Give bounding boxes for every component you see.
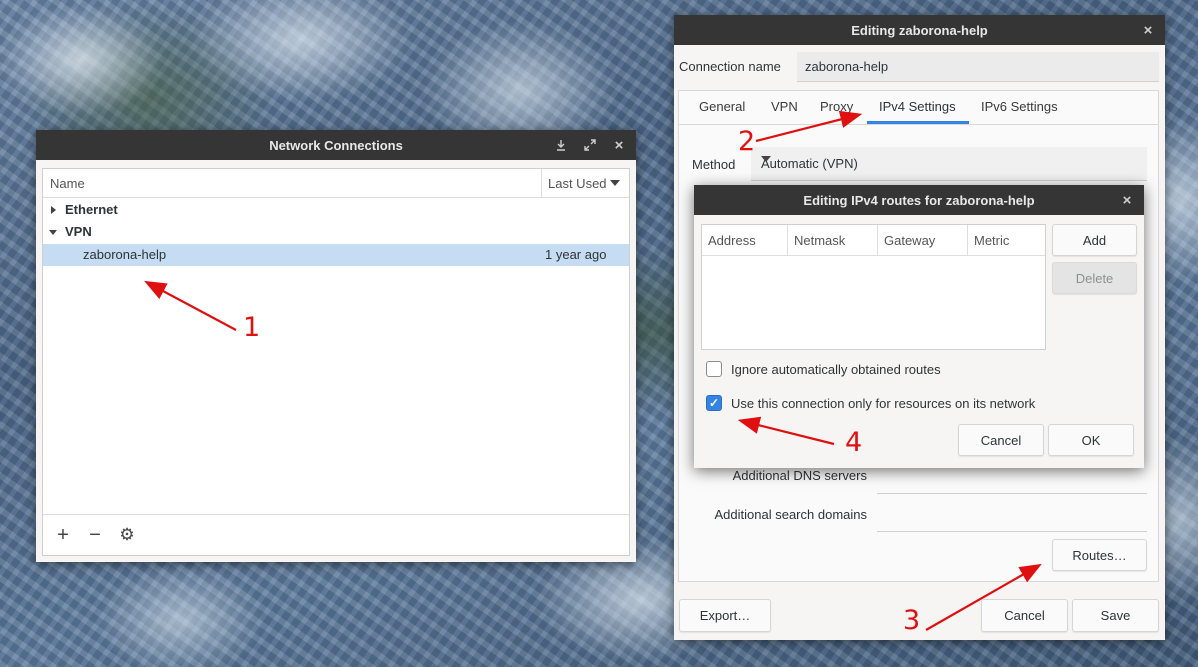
close-icon[interactable]: × xyxy=(606,130,632,160)
cancel-button[interactable]: Cancel xyxy=(958,424,1044,456)
connection-row-zaborona-help[interactable]: zaborona-help 1 year ago xyxy=(43,244,629,266)
tab-ipv6-settings[interactable]: IPv6 Settings xyxy=(981,99,1058,114)
delete-route-button[interactable]: Delete xyxy=(1052,262,1137,294)
routes-button[interactable]: Routes… xyxy=(1052,539,1147,571)
routes-dialog-titlebar[interactable]: Editing IPv4 routes for zaborona-help × xyxy=(694,185,1144,215)
annotation-number-3: 3 xyxy=(903,605,921,636)
only-resources-checkbox[interactable]: ✓ xyxy=(706,395,722,411)
sort-chevron-down-icon[interactable] xyxy=(610,180,620,186)
active-tab-indicator xyxy=(867,121,969,124)
column-separator xyxy=(541,169,542,197)
method-value: Automatic (VPN) xyxy=(761,156,858,171)
annotation-number-4: 4 xyxy=(845,427,863,458)
column-name[interactable]: Name xyxy=(50,176,85,191)
network-connections-titlebar[interactable]: Network Connections × xyxy=(36,130,636,160)
connection-list[interactable]: Name Last Used Ethernet VPN zaborona-hel… xyxy=(42,168,630,556)
additional-search-label: Additional search domains xyxy=(714,507,867,522)
column-netmask[interactable]: Netmask xyxy=(794,233,845,248)
annotation-number-1: 1 xyxy=(243,312,261,343)
close-icon[interactable]: × xyxy=(1135,15,1161,45)
window-title: Editing zaborona-help xyxy=(851,22,988,38)
add-connection-icon[interactable]: + xyxy=(52,524,74,546)
settings-gear-icon[interactable]: ⚙ xyxy=(116,524,138,546)
tab-proxy[interactable]: Proxy xyxy=(820,99,853,114)
method-dropdown[interactable]: Automatic (VPN) xyxy=(751,147,1147,181)
add-route-button[interactable]: Add xyxy=(1052,224,1137,256)
tab-bar: General VPN Proxy IPv4 Settings IPv6 Set… xyxy=(679,91,1158,125)
ok-button[interactable]: OK xyxy=(1048,424,1134,456)
column-last-used[interactable]: Last Used xyxy=(548,176,607,191)
remove-connection-icon[interactable]: − xyxy=(84,524,106,546)
tab-general[interactable]: General xyxy=(699,99,745,114)
additional-dns-label: Additional DNS servers xyxy=(732,468,867,483)
expander-right-icon[interactable] xyxy=(51,206,56,214)
desktop-background: Network Connections × Name Last Used Eth… xyxy=(0,0,1198,667)
chevron-down-icon xyxy=(761,156,771,162)
annotation-number-2: 2 xyxy=(738,126,756,157)
additional-search-input[interactable] xyxy=(877,500,1147,532)
group-label: Ethernet xyxy=(65,202,118,217)
routes-table[interactable]: Address Netmask Gateway Metric xyxy=(701,224,1046,350)
column-gateway[interactable]: Gateway xyxy=(884,233,935,248)
tab-vpn[interactable]: VPN xyxy=(771,99,798,114)
group-row-ethernet[interactable]: Ethernet xyxy=(43,199,629,221)
list-header: Name Last Used xyxy=(43,169,629,198)
edit-connection-titlebar[interactable]: Editing zaborona-help × xyxy=(674,15,1165,45)
only-resources-label[interactable]: Use this connection only for resources o… xyxy=(731,396,1035,411)
connection-last-used: 1 year ago xyxy=(545,247,607,262)
column-separator xyxy=(877,225,878,255)
group-label: VPN xyxy=(65,224,92,239)
column-separator xyxy=(787,225,788,255)
column-separator xyxy=(967,225,968,255)
method-label: Method xyxy=(692,157,736,172)
checkmark-icon: ✓ xyxy=(708,396,720,410)
connection-name-field[interactable]: zaborona-help xyxy=(797,52,1159,82)
group-row-vpn[interactable]: VPN xyxy=(43,221,629,243)
dialog-title: Editing IPv4 routes for zaborona-help xyxy=(803,192,1035,208)
expander-down-icon[interactable] xyxy=(49,230,57,235)
routes-table-header: Address Netmask Gateway Metric xyxy=(702,225,1045,256)
minimize-icon[interactable] xyxy=(548,130,574,160)
connection-name-label: Connection name xyxy=(679,59,781,74)
connection-name: zaborona-help xyxy=(83,247,167,262)
network-connections-window: Network Connections × Name Last Used Eth… xyxy=(36,130,636,562)
connection-name-value: zaborona-help xyxy=(805,59,889,74)
export-button[interactable]: Export… xyxy=(679,599,771,632)
column-address[interactable]: Address xyxy=(708,233,756,248)
tab-ipv4-settings[interactable]: IPv4 Settings xyxy=(879,99,956,114)
ipv4-routes-dialog: Editing IPv4 routes for zaborona-help × … xyxy=(694,185,1144,468)
window-title: Network Connections xyxy=(269,137,403,153)
maximize-icon[interactable] xyxy=(577,130,603,160)
save-button[interactable]: Save xyxy=(1072,599,1159,632)
list-toolbar: + − ⚙ xyxy=(43,514,629,555)
ignore-routes-label[interactable]: Ignore automatically obtained routes xyxy=(731,362,941,377)
ignore-routes-checkbox[interactable] xyxy=(706,361,722,377)
column-metric[interactable]: Metric xyxy=(974,233,1009,248)
close-icon[interactable]: × xyxy=(1114,185,1140,215)
cancel-button[interactable]: Cancel xyxy=(981,599,1068,632)
